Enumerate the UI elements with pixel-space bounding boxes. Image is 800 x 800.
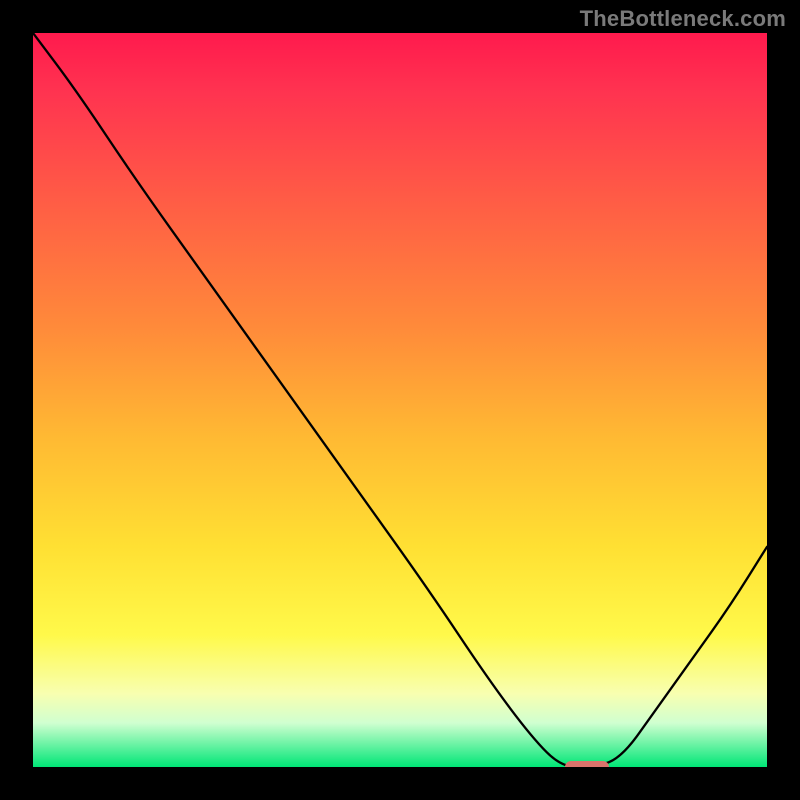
curve-layer [33, 33, 767, 767]
plot-area [33, 33, 767, 767]
watermark-label: TheBottleneck.com [580, 6, 786, 32]
optimal-marker [565, 761, 609, 767]
bottleneck-curve [33, 33, 767, 767]
chart-frame: TheBottleneck.com [0, 0, 800, 800]
